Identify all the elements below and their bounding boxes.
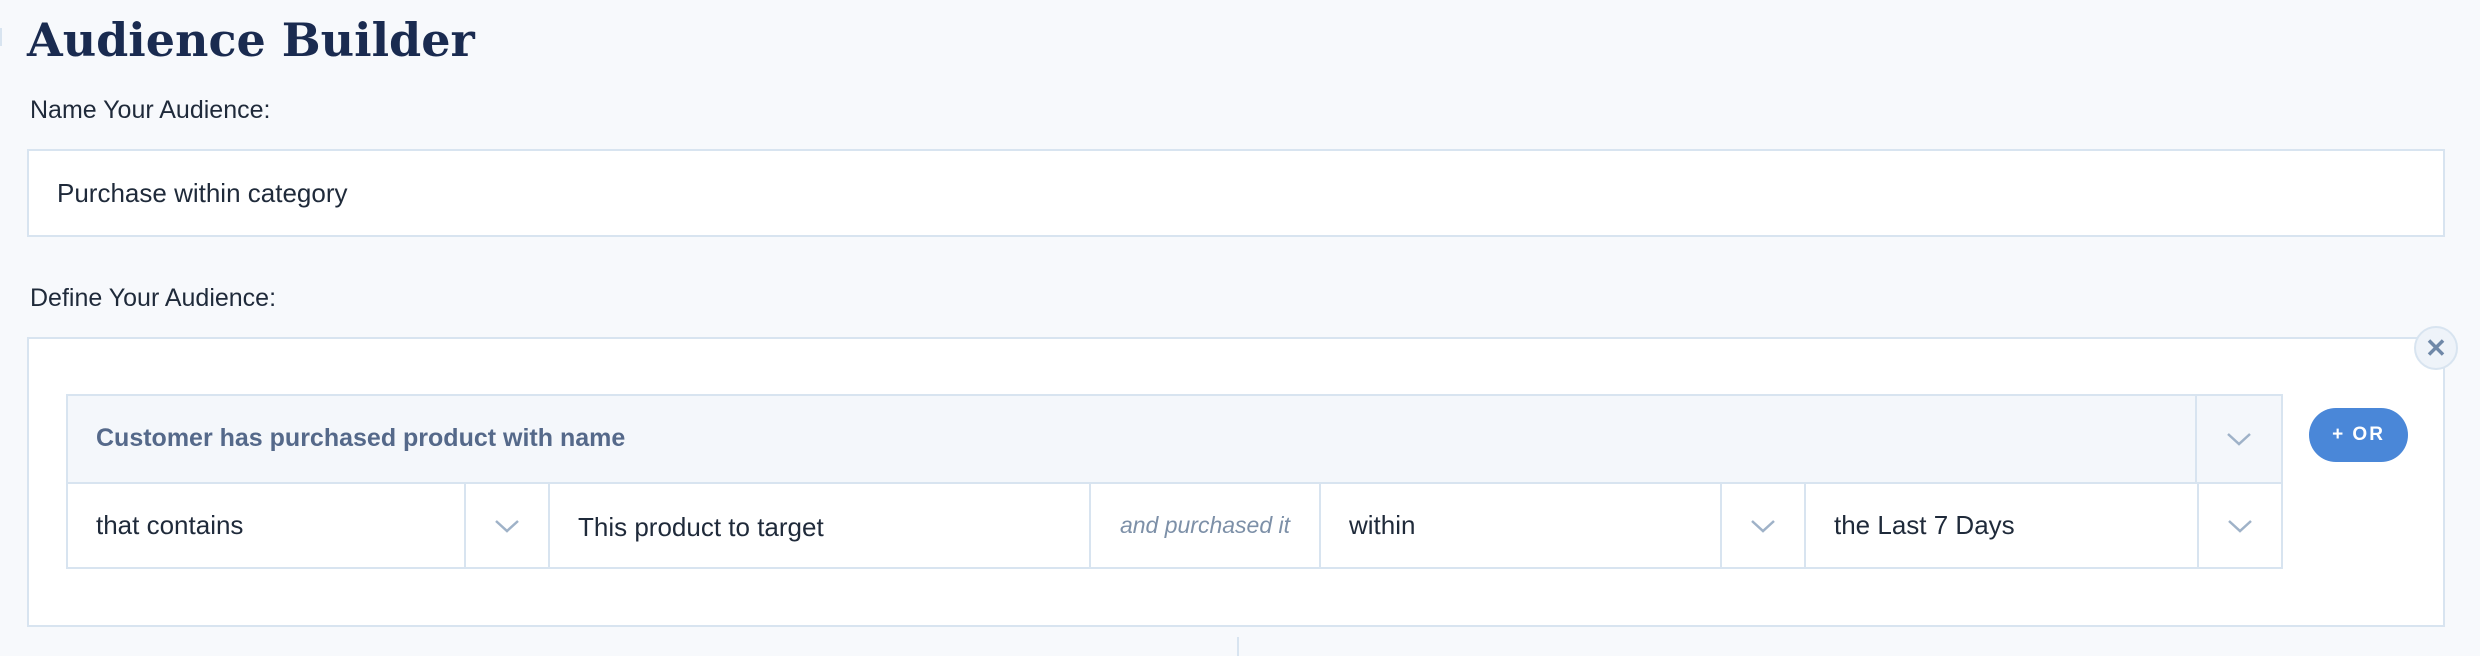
close-rule-button[interactable]: ✕ — [2414, 326, 2458, 370]
add-or-condition-button[interactable]: + OR — [2309, 408, 2408, 462]
condition-select[interactable]: Customer has purchased product with name — [68, 396, 2281, 484]
condition-dropdown-toggle[interactable] — [2195, 396, 2281, 482]
time-range-value: the Last 7 Days — [1834, 510, 2015, 540]
define-label: Define Your Audience: — [30, 284, 277, 312]
connector-label: and purchased it — [1091, 484, 1321, 567]
chevron-down-icon — [495, 519, 519, 533]
chevron-down-icon — [2228, 519, 2252, 533]
time-qualifier-dropdown-toggle[interactable] — [1720, 484, 1804, 567]
audience-name-input[interactable] — [27, 149, 2445, 237]
chevron-down-icon — [2227, 433, 2251, 446]
vertical-divider — [1237, 637, 1239, 656]
name-label: Name Your Audience: — [30, 96, 271, 124]
time-qualifier-value: within — [1349, 510, 1416, 540]
rule-detail-row: that contains and purchased it within th… — [68, 484, 2281, 567]
operator-value: that contains — [96, 510, 244, 540]
condition-label: Customer has purchased product with name — [96, 424, 626, 452]
page-edge-marker — [0, 28, 2, 46]
time-qualifier-select[interactable]: within — [1321, 484, 1806, 567]
time-range-dropdown-toggle[interactable] — [2197, 484, 2281, 567]
operator-select[interactable]: that contains — [68, 484, 550, 567]
product-value-input[interactable] — [550, 484, 1089, 567]
close-icon: ✕ — [2425, 332, 2447, 363]
rule-group: Customer has purchased product with name… — [66, 394, 2283, 569]
operator-dropdown-toggle[interactable] — [464, 484, 548, 567]
time-range-select[interactable]: the Last 7 Days — [1806, 484, 2281, 567]
product-value-field[interactable] — [550, 484, 1091, 567]
chevron-down-icon — [1751, 519, 1775, 533]
page-title: Audience Builder — [27, 13, 475, 67]
